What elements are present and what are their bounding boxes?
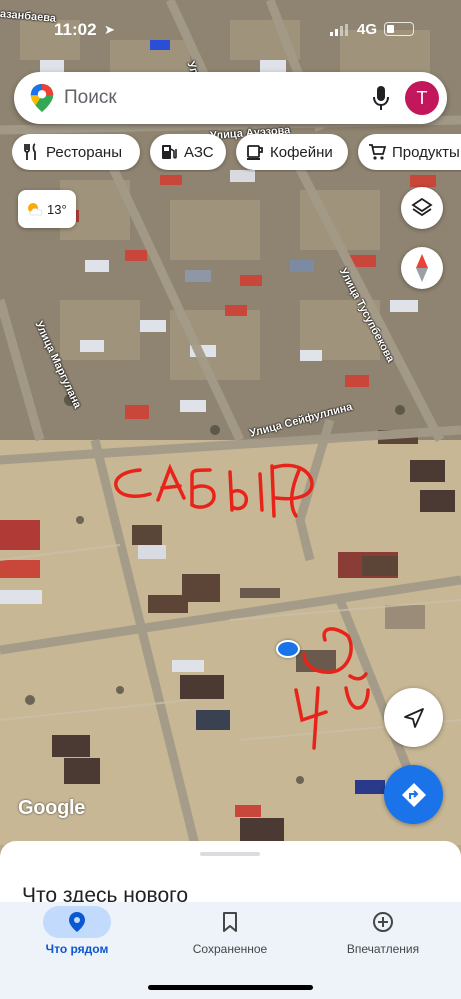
nav-label: Что рядом xyxy=(45,942,109,956)
home-indicator[interactable] xyxy=(148,985,313,990)
microphone-icon[interactable] xyxy=(372,85,390,111)
place-pin-icon xyxy=(69,912,85,932)
search-bar[interactable]: Поиск Т xyxy=(14,72,447,124)
my-location-button[interactable] xyxy=(384,688,443,747)
directions-icon xyxy=(401,782,426,807)
chip-coffee[interactable]: Кофейни xyxy=(236,134,348,170)
category-chips: Рестораны АЗС Кофейни Продукты xyxy=(12,134,461,172)
sheet-drag-handle[interactable] xyxy=(200,852,260,856)
chip-restaurants[interactable]: Рестораны xyxy=(12,134,140,170)
nav-explore[interactable]: Что рядом xyxy=(0,902,154,972)
chip-label: Продукты xyxy=(392,143,460,161)
account-avatar[interactable]: Т xyxy=(405,81,439,115)
layers-button[interactable] xyxy=(401,187,443,229)
coffee-cup-icon xyxy=(247,145,263,160)
chip-label: АЗС xyxy=(184,143,214,161)
cart-icon xyxy=(369,144,386,160)
current-location-dot xyxy=(276,640,300,658)
status-time: 11:02 xyxy=(54,20,97,39)
chip-label: Кофейни xyxy=(270,143,333,161)
google-attribution: Google xyxy=(18,797,86,819)
nav-contribute[interactable]: Впечатления xyxy=(306,902,460,972)
directions-button[interactable] xyxy=(384,765,443,824)
bookmark-icon xyxy=(223,912,237,932)
sheet-title: Что здесь нового xyxy=(22,884,189,903)
chip-groceries[interactable]: Продукты xyxy=(358,134,461,170)
temperature: 13° xyxy=(47,201,67,217)
compass-button[interactable] xyxy=(401,247,443,289)
nav-label: Впечатления xyxy=(346,942,420,956)
layers-icon xyxy=(411,197,433,217)
gas-station-icon xyxy=(162,145,177,159)
partly-cloudy-icon xyxy=(28,203,43,216)
chip-label: Рестораны xyxy=(46,143,122,161)
navigation-arrow-icon xyxy=(403,707,424,728)
nav-label: Сохраненное xyxy=(192,942,268,956)
location-services-icon: ➤ xyxy=(104,22,115,37)
nav-saved[interactable]: Сохраненное xyxy=(153,902,307,972)
fork-knife-icon xyxy=(24,143,36,160)
weather-chip[interactable]: 13° xyxy=(18,190,76,228)
status-bar: 11:02 ➤ 4G xyxy=(0,0,461,50)
network-type: 4G xyxy=(357,21,378,38)
battery-icon xyxy=(384,22,414,36)
signal-icon xyxy=(330,24,348,36)
search-input[interactable]: Поиск xyxy=(64,87,117,109)
google-maps-pin-icon xyxy=(30,84,54,112)
chip-gas-stations[interactable]: АЗС xyxy=(150,134,226,170)
bottom-sheet[interactable]: Что здесь нового xyxy=(0,841,461,903)
add-circle-icon xyxy=(373,912,393,932)
compass-icon xyxy=(416,254,428,282)
